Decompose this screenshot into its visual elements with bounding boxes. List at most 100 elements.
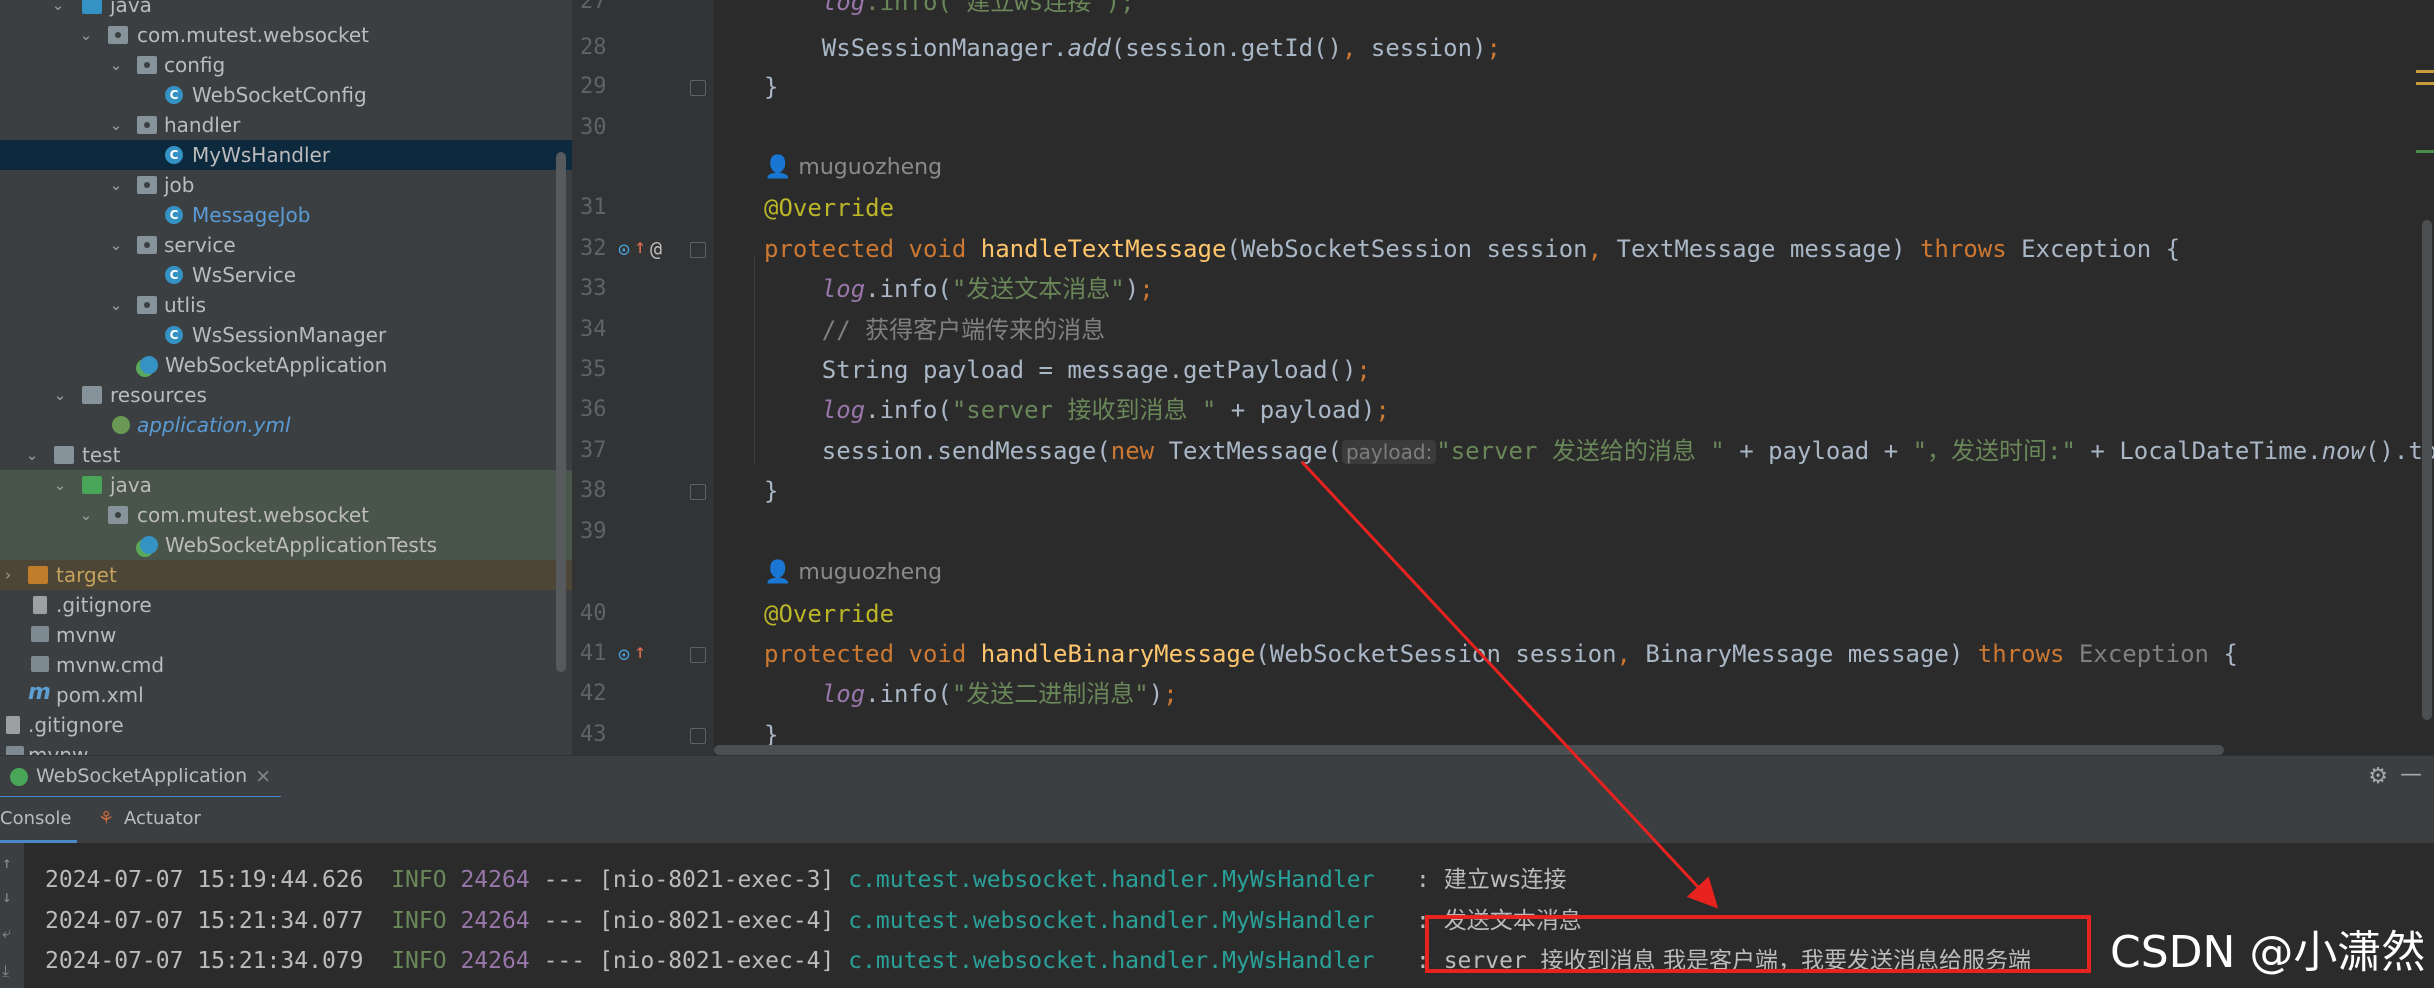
tree-item-root-gitignore[interactable]: .gitignore <box>0 710 572 740</box>
tree-item-root-mvnw[interactable]: mvnw <box>0 740 572 755</box>
tab-actuator[interactable]: ⚘ Actuator <box>98 797 201 841</box>
actuator-icon: ⚘ <box>98 808 115 829</box>
chevron-down-icon[interactable]: ⌄ <box>108 290 124 320</box>
line-number: 31 <box>580 195 607 220</box>
chevron-down-icon[interactable]: ⌄ <box>52 380 68 410</box>
code-author-hint[interactable]: 👤 muguozheng <box>764 553 942 593</box>
class-icon: C <box>165 326 183 344</box>
tree-item-websocketconfig[interactable]: C WebSocketConfig <box>0 80 572 110</box>
code-line-31: @Override <box>764 194 895 222</box>
chevron-down-icon[interactable]: ⌄ <box>78 500 94 530</box>
tree-item-mywshandler[interactable]: C MyWsHandler <box>0 140 572 170</box>
code-line-29: } <box>764 73 779 101</box>
chevron-down-icon[interactable]: ⌄ <box>24 440 40 470</box>
tree-item-wsservice[interactable]: C WsService <box>0 260 572 290</box>
excluded-folder-icon <box>28 566 48 584</box>
override-marker-icon[interactable]: ⊙ <box>618 229 630 269</box>
class-icon: C <box>165 86 183 104</box>
tree-item-target[interactable]: › target <box>0 560 572 590</box>
tree-item-job[interactable]: ⌄ job <box>0 170 572 200</box>
tree-item-java[interactable]: ⌄ java <box>0 0 572 20</box>
fold-icon[interactable] <box>690 484 706 500</box>
chevron-down-icon[interactable]: ⌄ <box>78 20 94 50</box>
shell-file-icon <box>6 746 24 755</box>
code-line-37: session.sendMessage(new TextMessage(payl… <box>821 437 2434 465</box>
line-number: 33 <box>580 276 607 301</box>
tree-item-resources[interactable]: ⌄ resources <box>0 380 572 410</box>
file-icon <box>33 596 47 614</box>
package-icon <box>108 506 128 524</box>
code-editor[interactable]: log.info("建立ws连接"); WsSessionManager.add… <box>714 0 2434 755</box>
gear-icon[interactable]: ⚙ <box>2368 764 2388 789</box>
line-number: 36 <box>580 397 607 422</box>
up-arrow-icon[interactable]: ↑ <box>634 226 646 266</box>
scroll-to-end-icon[interactable]: ⤓ <box>2 961 9 981</box>
code-line-41: protected void handleBinaryMessage(WebSo… <box>764 640 2238 668</box>
line-number: 42 <box>580 681 607 706</box>
tree-item-handler[interactable]: ⌄ handler <box>0 110 572 140</box>
down-arrow-icon[interactable]: ↓ <box>2 887 12 906</box>
minimize-icon[interactable]: — <box>2400 762 2422 787</box>
tree-item-websocketapplication[interactable]: WebSocketApplication <box>0 350 572 380</box>
line-number: 40 <box>580 601 607 626</box>
code-line-27: log.info("建立ws连接"); <box>821 0 1135 16</box>
chevron-down-icon[interactable]: ⌄ <box>108 110 124 140</box>
code-line-32: protected void handleTextMessage(WebSock… <box>764 235 2181 263</box>
run-subtabs: Console ⚘ Actuator <box>0 797 2434 844</box>
tree-item-websocketapplicationtests[interactable]: WebSocketApplicationTests <box>0 530 572 560</box>
tree-item-gitignore[interactable]: .gitignore <box>0 590 572 620</box>
tree-item-test[interactable]: ⌄ test <box>0 440 572 470</box>
soft-wrap-icon[interactable]: ⤶ <box>2 923 11 943</box>
fold-icon[interactable] <box>690 80 706 96</box>
tree-scrollbar[interactable] <box>556 152 566 672</box>
fold-icon[interactable] <box>690 242 706 258</box>
spring-boot-class-icon <box>140 356 158 374</box>
chevron-right-icon[interactable]: › <box>0 560 16 590</box>
close-icon[interactable]: × <box>255 765 271 787</box>
line-number: 35 <box>580 357 607 382</box>
class-icon: C <box>165 206 183 224</box>
tree-item-wssessionmanager[interactable]: C WsSessionManager <box>0 320 572 350</box>
tree-item-messagejob[interactable]: C MessageJob <box>0 200 572 230</box>
chevron-down-icon[interactable]: ⌄ <box>52 470 68 500</box>
warning-marker[interactable] <box>2416 70 2434 73</box>
override-marker-icon[interactable]: ⊙ <box>618 634 630 674</box>
up-arrow-icon[interactable]: ↑ <box>634 631 646 671</box>
tree-item-pom-xml[interactable]: m pom.xml <box>0 680 572 710</box>
chevron-down-icon[interactable]: ⌄ <box>50 0 66 20</box>
tab-console[interactable]: Console <box>0 797 78 843</box>
change-marker[interactable] <box>2416 150 2434 153</box>
tree-item-mvnw-cmd[interactable]: mvnw.cmd <box>0 650 572 680</box>
chevron-down-icon[interactable]: ⌄ <box>108 230 124 260</box>
log-row: 2024-07-07 15:21:34.077 INFO 24264 --- [… <box>45 908 1582 934</box>
code-author-hint[interactable]: 👤 muguozheng <box>764 148 942 188</box>
at-annotation-icon[interactable]: @ <box>650 229 662 269</box>
code-line-35: String payload = message.getPayload(); <box>821 356 1371 384</box>
tree-item-config[interactable]: ⌄ config <box>0 50 572 80</box>
editor-vertical-scrollbar[interactable] <box>2422 220 2432 720</box>
fold-icon[interactable] <box>690 728 706 744</box>
up-arrow-icon[interactable]: ↑ <box>2 853 12 872</box>
run-tab[interactable]: WebSocketApplication × <box>0 756 282 799</box>
class-icon: C <box>165 146 183 164</box>
line-number: 29 <box>580 74 607 99</box>
tree-item-service[interactable]: ⌄ service <box>0 230 572 260</box>
warning-marker[interactable] <box>2416 82 2434 85</box>
fold-icon[interactable] <box>690 647 706 663</box>
line-number: 39 <box>580 519 607 544</box>
tree-item-test-java[interactable]: ⌄ java <box>0 470 572 500</box>
tree-item-mvnw[interactable]: mvnw <box>0 620 572 650</box>
highlight-box <box>1425 915 2091 973</box>
tree-item-utlis[interactable]: ⌄ utlis <box>0 290 572 320</box>
package-icon <box>137 116 157 134</box>
line-number: 30 <box>580 115 607 140</box>
code-line-40: @Override <box>764 600 895 628</box>
tree-item-test-package[interactable]: ⌄ com.mutest.websocket <box>0 500 572 530</box>
folder-icon <box>82 0 102 14</box>
editor-horizontal-scrollbar[interactable] <box>714 745 2224 755</box>
chevron-down-icon[interactable]: ⌄ <box>108 50 124 80</box>
tree-item-package[interactable]: ⌄ com.mutest.websocket <box>0 20 572 50</box>
file-icon <box>6 716 20 734</box>
chevron-down-icon[interactable]: ⌄ <box>108 170 124 200</box>
tree-item-application-yml[interactable]: application.yml <box>0 410 572 440</box>
